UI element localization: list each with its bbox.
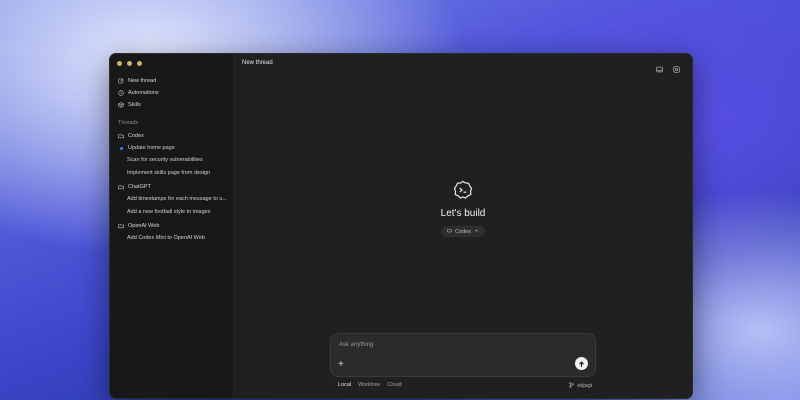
nav-label: New thread	[128, 78, 157, 84]
folder-icon	[447, 228, 452, 235]
thread-item[interactable]: Add Codex Mini to OpenAI Web	[127, 235, 205, 241]
clock-icon	[118, 90, 124, 96]
folder-icon	[118, 223, 124, 229]
thread-item-active[interactable]: Update home page	[118, 145, 175, 151]
arrow-up-icon	[578, 355, 585, 373]
branch-selector[interactable]: ebjagi	[569, 382, 592, 390]
nav-skills[interactable]: Skills	[118, 102, 141, 108]
project-label: Codex	[455, 228, 471, 235]
empty-state: Let's build Codex	[234, 180, 692, 237]
folder-icon	[118, 133, 124, 139]
sidebar: New thread Automations Skills Threads Co…	[110, 54, 234, 398]
package-icon	[118, 102, 124, 108]
folder-label: OpenAI Web	[128, 223, 160, 229]
header-actions	[656, 60, 680, 73]
folder-label: Codex	[128, 133, 144, 139]
main-panel: New thread Let's build Codex Ask anythin…	[234, 54, 692, 398]
folder-icon	[118, 184, 124, 190]
nav-label: Skills	[128, 102, 141, 108]
folder-label: ChatGPT	[128, 184, 151, 190]
threads-section-label: Threads	[118, 120, 139, 126]
page-title: New thread	[242, 60, 273, 66]
maximize-window-button[interactable]	[137, 61, 142, 66]
folder-codex[interactable]: Codex	[118, 133, 144, 139]
env-tab-worktree[interactable]: Worktree	[358, 382, 380, 388]
composer-input[interactable]: Ask anything	[339, 342, 373, 348]
folder-chatgpt[interactable]: ChatGPT	[118, 184, 151, 190]
env-tab-local[interactable]: Local	[338, 382, 351, 388]
nav-new-thread[interactable]: New thread	[118, 78, 156, 84]
environment-tabs: Local Worktree Cloud	[338, 382, 402, 388]
active-thread-indicator	[119, 146, 123, 150]
inbox-icon[interactable]	[656, 60, 663, 73]
minimize-window-button[interactable]	[127, 61, 132, 66]
app-window: New thread Automations Skills Threads Co…	[109, 53, 693, 399]
thread-label: Update home page	[128, 145, 175, 151]
thread-label: Implement skills page from design	[127, 170, 211, 176]
thread-label: Add a new football style to images	[127, 209, 211, 215]
thread-label: Add Codex Mini to OpenAI Web	[127, 235, 205, 241]
edit-icon	[118, 78, 124, 84]
chevron-down-icon	[474, 228, 479, 235]
window-controls	[117, 61, 142, 66]
thread-label: Scan for security vulnerabilities	[127, 157, 203, 163]
project-selector[interactable]: Codex	[441, 226, 485, 237]
thread-item[interactable]: Implement skills page from design	[127, 170, 210, 176]
composer[interactable]: Ask anything +	[330, 333, 596, 377]
thread-item[interactable]: Add a new football style to images	[127, 209, 210, 215]
branch-label: ebjagi	[577, 383, 592, 389]
hero-headline: Let's build	[440, 208, 486, 219]
codex-logo-icon	[453, 180, 473, 200]
close-window-button[interactable]	[117, 61, 122, 66]
thread-item[interactable]: Scan for security vulnerabilities	[127, 157, 203, 163]
git-branch-icon	[569, 382, 575, 390]
thread-label: Add timestamps for each message to u...	[127, 196, 227, 202]
folder-openai-web[interactable]: OpenAI Web	[118, 223, 159, 229]
nav-label: Automations	[128, 90, 159, 96]
nav-automations[interactable]: Automations	[118, 90, 159, 96]
env-tab-cloud[interactable]: Cloud	[387, 382, 401, 388]
add-attachment-button[interactable]: +	[338, 360, 344, 370]
thread-item[interactable]: Add timestamps for each message to u...	[127, 196, 227, 202]
send-button[interactable]	[575, 357, 588, 370]
settings-icon[interactable]	[673, 60, 680, 73]
